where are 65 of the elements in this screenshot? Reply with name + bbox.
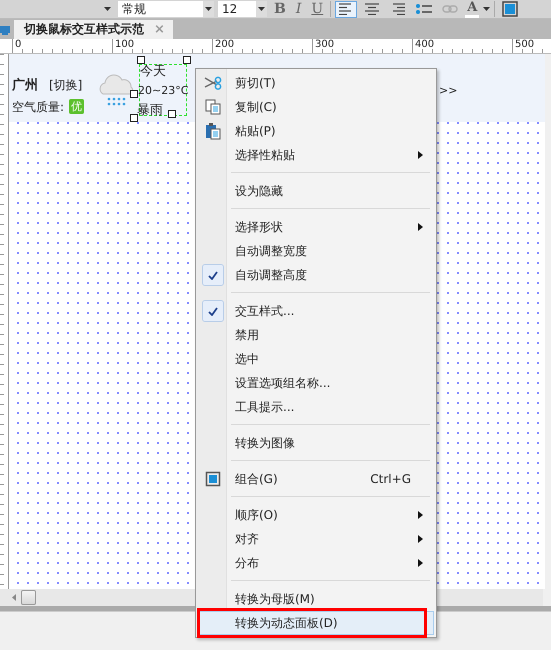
ruler-label: 200 [212,39,234,52]
submenu-arrow-icon [418,151,423,159]
menu-item[interactable]: 转换为动态面板(D) [198,611,434,635]
air-quality-label: 空气质量: [12,99,64,116]
underline-button[interactable]: U [308,1,326,17]
menu-item[interactable]: 复制(C) [198,95,434,119]
ruler-label: 300 [312,39,334,52]
font-size-dropdown[interactable]: 12 [218,1,267,17]
menu-item[interactable]: 工具提示... [198,395,434,419]
menu-item[interactable]: 自动调整宽度 [198,239,434,263]
ruler-label: 500 [512,39,534,52]
scroll-thumb[interactable] [21,590,36,605]
day-label: 今天 [140,63,166,80]
menu-item[interactable]: 转换为母版(M) [198,587,434,611]
italic-button[interactable]: I [292,1,304,17]
dropdown-arrow-icon[interactable] [104,7,111,11]
bullet-list-icon[interactable] [416,3,432,15]
scissors-icon [204,76,222,90]
menu-item[interactable]: 对齐 [198,527,434,551]
checkmark-icon [202,264,224,286]
resize-handle[interactable] [137,56,145,64]
page-icon [0,25,10,35]
submenu-arrow-icon [418,535,423,543]
resize-handle[interactable] [130,90,138,98]
menu-item[interactable]: 粘贴(P) [198,119,434,143]
scroll-left-icon[interactable] [12,594,16,601]
switch-link[interactable]: [切换] [49,77,82,94]
menu-item[interactable]: 交互样式... [198,299,434,323]
resize-handle[interactable] [168,110,176,118]
menu-item[interactable]: 剪切(T) [198,71,434,95]
copy-icon [205,99,221,115]
resize-handle[interactable] [183,56,191,64]
checkmark-icon [202,300,224,322]
submenu-arrow-icon [418,559,423,567]
align-button[interactable] [335,0,358,18]
rain-cloud-icon [97,72,135,106]
menu-item[interactable]: 自动调整高度 [198,263,434,287]
city-name: 广州 [12,76,38,94]
menu-item[interactable]: 设置选项组名称... [198,371,434,395]
menu-item[interactable]: 组合(G) Ctrl+G [198,467,434,491]
dropdown-arrow-icon[interactable] [483,7,490,11]
ruler-label: 100 [112,39,134,52]
air-quality-badge: 优 [69,99,84,114]
more-link[interactable]: >> [439,84,458,97]
resize-handle[interactable] [130,114,138,122]
frame-icon[interactable] [502,1,518,17]
menu-item[interactable]: 设为隐藏 [198,179,434,203]
menu-item[interactable]: 选择性粘贴 [198,143,434,167]
menu-item[interactable]: 转换为图像 [198,431,434,455]
ruler-label: 400 [412,39,434,52]
paste-icon [205,122,221,140]
temperature-text: 20~23°C [138,84,188,97]
menu-item[interactable]: 选中 [198,347,434,371]
menu-item[interactable]: 禁用 [198,323,434,347]
menu-item[interactable]: 选择形状 [198,215,434,239]
ruler-label: 0 [12,39,22,52]
submenu-arrow-icon [418,223,423,231]
menu-item[interactable]: 分布 [198,551,434,575]
group-icon [205,471,221,487]
submenu-arrow-icon [418,511,423,519]
menu-item[interactable]: 顺序(O) [198,503,434,527]
bold-button[interactable]: B [271,1,289,17]
font-style-dropdown[interactable]: 常规 [118,1,214,17]
weather-text: 暴雨 [137,102,163,119]
document-tab[interactable]: 切换鼠标交互样式示范 × [14,20,173,39]
